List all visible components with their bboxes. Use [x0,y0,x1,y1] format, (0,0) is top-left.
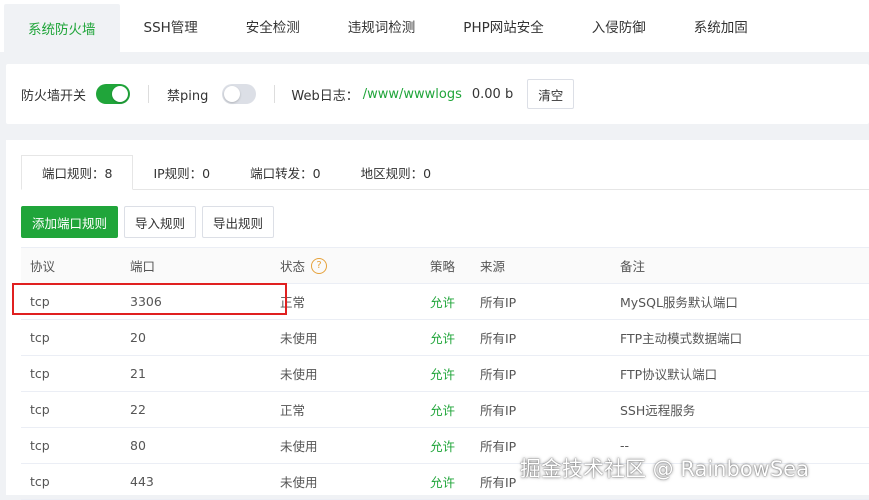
toggle-knob [224,86,241,102]
firewall-toggle[interactable] [96,84,131,104]
add-port-rule-button[interactable]: 添加端口规则 [21,206,119,238]
cell-remark: FTP主动模式数据端口 [620,331,743,346]
tab-violation-word-check[interactable]: 违规词检测 [324,0,440,52]
tab-system-firewall[interactable]: 系统防火墙 [4,4,120,52]
rules-panel: 端口规则：8 IP规则：0 端口转发：0 地区规则：0 添加端口规则 导入规则 … [6,140,869,500]
tab-port-rules[interactable]: 端口规则：8 [21,155,134,190]
cell-port: 20 [130,330,146,345]
divider [274,85,276,103]
tab-region-rules[interactable]: 地区规则：0 [341,155,451,189]
ping-toggle[interactable] [222,84,257,104]
header-status: 状态 ? [271,256,421,275]
cell-protocol: tcp [30,330,50,345]
cell-port: 443 [130,474,154,489]
tab-port-forwarding[interactable]: 端口转发：0 [230,155,340,189]
export-rules-button[interactable]: 导出规则 [202,206,275,238]
cell-remark: FTP协议默认端口 [620,367,718,382]
cell-policy: 允许 [430,367,456,382]
header-remark: 备注 [620,259,646,274]
table-header: 协议 端口 状态 ? 策略 来源 备注 [21,247,869,284]
cell-status: 正常 [280,403,306,418]
cell-source: 所有IP [480,403,517,418]
cell-protocol: tcp [30,438,50,453]
weblog-path-link[interactable]: /www/wwwlogs [363,87,462,102]
header-policy: 策略 [430,259,456,274]
cell-protocol: tcp [30,366,50,381]
cell-port: 3306 [130,294,162,309]
table-row[interactable]: tcp 3306 正常 允许 所有IP MySQL服务默认端口 [21,284,869,320]
table-row[interactable]: tcp 20 未使用 允许 所有IP FTP主动模式数据端口 [21,320,869,356]
cell-status: 未使用 [280,331,318,346]
tab-ssh-management[interactable]: SSH管理 [120,0,222,52]
cell-protocol: tcp [30,402,50,417]
cell-status: 未使用 [280,367,318,382]
cell-port: 80 [130,438,146,453]
cell-source: 所有IP [480,295,517,310]
cell-protocol: tcp [30,294,50,309]
top-tab-bar: 系统防火墙 SSH管理 安全检测 违规词检测 PHP网站安全 入侵防御 系统加固 [0,0,869,52]
import-rules-button[interactable]: 导入规则 [124,206,197,238]
help-icon[interactable]: ? [311,257,328,274]
cell-policy: 允许 [430,403,456,418]
rule-type-tabs: 端口规则：8 IP规则：0 端口转发：0 地区规则：0 [21,155,869,190]
ping-label: 禁ping [167,88,209,104]
cell-protocol: tcp [30,474,50,489]
table-row[interactable]: tcp 21 未使用 允许 所有IP FTP协议默认端口 [21,356,869,392]
cell-status: 未使用 [280,439,318,454]
cell-port: 22 [130,402,146,417]
header-source: 来源 [480,259,506,274]
tab-system-hardening[interactable]: 系统加固 [670,0,772,52]
cell-remark: MySQL服务默认端口 [620,295,738,310]
header-port: 端口 [130,259,156,274]
header-status-label: 状态 [280,259,306,274]
cell-status: 未使用 [280,475,318,490]
firewall-switch-label: 防火墙开关 [21,88,87,104]
cell-policy: 允许 [430,295,456,310]
cell-source: 所有IP [480,331,517,346]
cell-policy: 允许 [430,331,456,346]
firewall-toolbar: 防火墙开关 禁ping Web日志： /www/wwwlogs 0.00 b 清… [6,64,869,124]
watermark: 掘金技术社区 @ RainbowSea [520,457,809,481]
cell-remark: SSH远程服务 [620,403,696,418]
cell-remark: -- [620,438,630,453]
tab-intrusion-defense[interactable]: 入侵防御 [568,0,670,52]
cell-policy: 允许 [430,439,456,454]
tab-security-check[interactable]: 安全检测 [222,0,324,52]
header-protocol: 协议 [30,259,56,274]
tab-ip-rules[interactable]: IP规则：0 [133,155,230,189]
cell-policy: 允许 [430,475,456,490]
rule-actions: 添加端口规则 导入规则 导出规则 [21,206,275,238]
weblog-label: Web日志： [291,88,359,104]
divider [148,85,150,103]
toggle-knob [112,86,129,102]
clear-log-button[interactable]: 清空 [527,79,575,109]
tab-php-site-security[interactable]: PHP网站安全 [439,0,567,52]
cell-port: 21 [130,366,146,381]
table-row[interactable]: tcp 22 正常 允许 所有IP SSH远程服务 [21,392,869,428]
cell-status: 正常 [280,295,306,310]
cell-source: 所有IP [480,367,517,382]
weblog-size: 0.00 b [471,86,514,102]
